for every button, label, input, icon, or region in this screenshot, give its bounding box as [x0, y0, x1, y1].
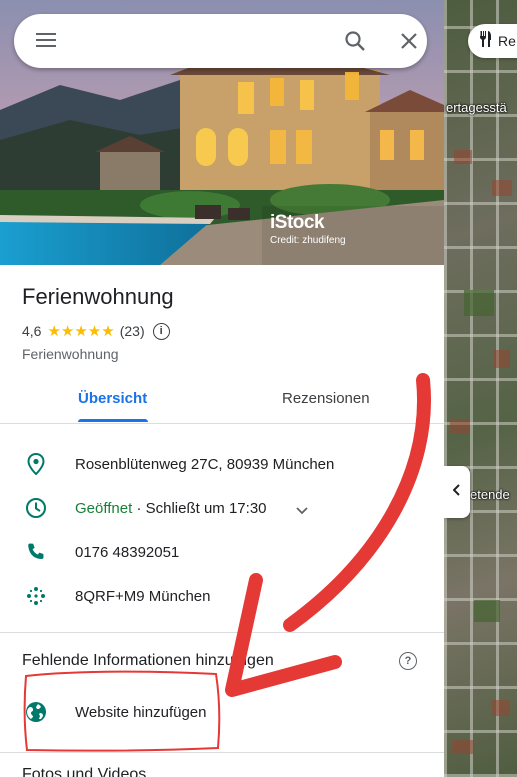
place-category[interactable]: Ferienwohnung — [22, 346, 119, 362]
section-divider — [0, 752, 444, 753]
plus-code-icon — [24, 584, 48, 608]
plus-code-text: 8QRF+M9 München — [75, 588, 211, 605]
section-divider — [0, 632, 444, 633]
plus-code-row[interactable]: 8QRF+M9 München — [0, 576, 444, 616]
open-status: Geöffnet — [75, 500, 133, 517]
tab-overview[interactable]: Übersicht — [78, 390, 147, 407]
chevron-down-icon[interactable] — [296, 502, 308, 520]
missing-info-title: Fehlende Informationen hinzufügen — [22, 652, 274, 669]
tab-reviews[interactable]: Rezensionen — [282, 390, 370, 407]
help-icon[interactable]: ? — [399, 652, 417, 670]
phone-icon — [24, 540, 48, 564]
phone-text: 0176 48392051 — [75, 544, 180, 561]
watermark-brand: iStock — [270, 212, 325, 233]
search-input[interactable] — [76, 26, 326, 56]
close-icon[interactable] — [400, 32, 418, 55]
search-box[interactable] — [14, 14, 427, 68]
chevron-left-icon — [452, 483, 461, 501]
rating-stars: ★★★★★ — [47, 323, 115, 340]
info-icon[interactable]: i — [152, 322, 170, 340]
photo-watermark: iStock Credit: zhudifeng — [270, 212, 346, 246]
place-title: Ferienwohnung — [22, 284, 174, 309]
hours-text: Geöffnet · Schließt um 17:30 — [75, 500, 267, 517]
watermark-credit: Credit: zhudifeng — [270, 235, 346, 246]
add-website-row[interactable]: Website hinzufügen — [0, 692, 444, 732]
closing-time: · Schließt um 17:30 — [132, 500, 267, 517]
tab-bar: Übersicht Rezensionen — [0, 374, 444, 424]
restaurants-chip-label: Re — [498, 33, 516, 49]
location-pin-icon — [24, 452, 48, 476]
add-website-text: Website hinzufügen — [75, 704, 207, 721]
restaurants-chip[interactable]: Re — [468, 24, 517, 58]
active-tab-indicator — [78, 419, 148, 422]
clock-icon — [24, 496, 48, 520]
phone-row[interactable]: 0176 48392051 — [0, 532, 444, 572]
collapse-panel-button[interactable] — [444, 466, 470, 518]
map-street-label: etende — [470, 487, 510, 502]
review-count[interactable]: (23) — [120, 323, 145, 339]
fork-knife-icon — [478, 30, 492, 52]
photos-section-title: Fotos und Videos — [22, 766, 147, 777]
rating-row: 4,6 ★★★★★ (23) i — [22, 322, 170, 340]
menu-icon[interactable] — [36, 32, 56, 53]
globe-icon — [24, 700, 48, 724]
map-street-label: ertagesstä — [446, 100, 507, 115]
rating-value: 4,6 — [22, 323, 42, 339]
place-panel: iStock Credit: zhudifeng Ferienwohnung 4… — [0, 0, 444, 777]
address-text: Rosenblütenweg 27C, 80939 München — [75, 456, 335, 473]
map-area[interactable] — [444, 0, 517, 777]
hours-row[interactable]: Geöffnet · Schließt um 17:30 — [0, 488, 444, 528]
search-icon[interactable] — [344, 30, 366, 57]
address-row[interactable]: Rosenblütenweg 27C, 80939 München — [0, 444, 444, 484]
